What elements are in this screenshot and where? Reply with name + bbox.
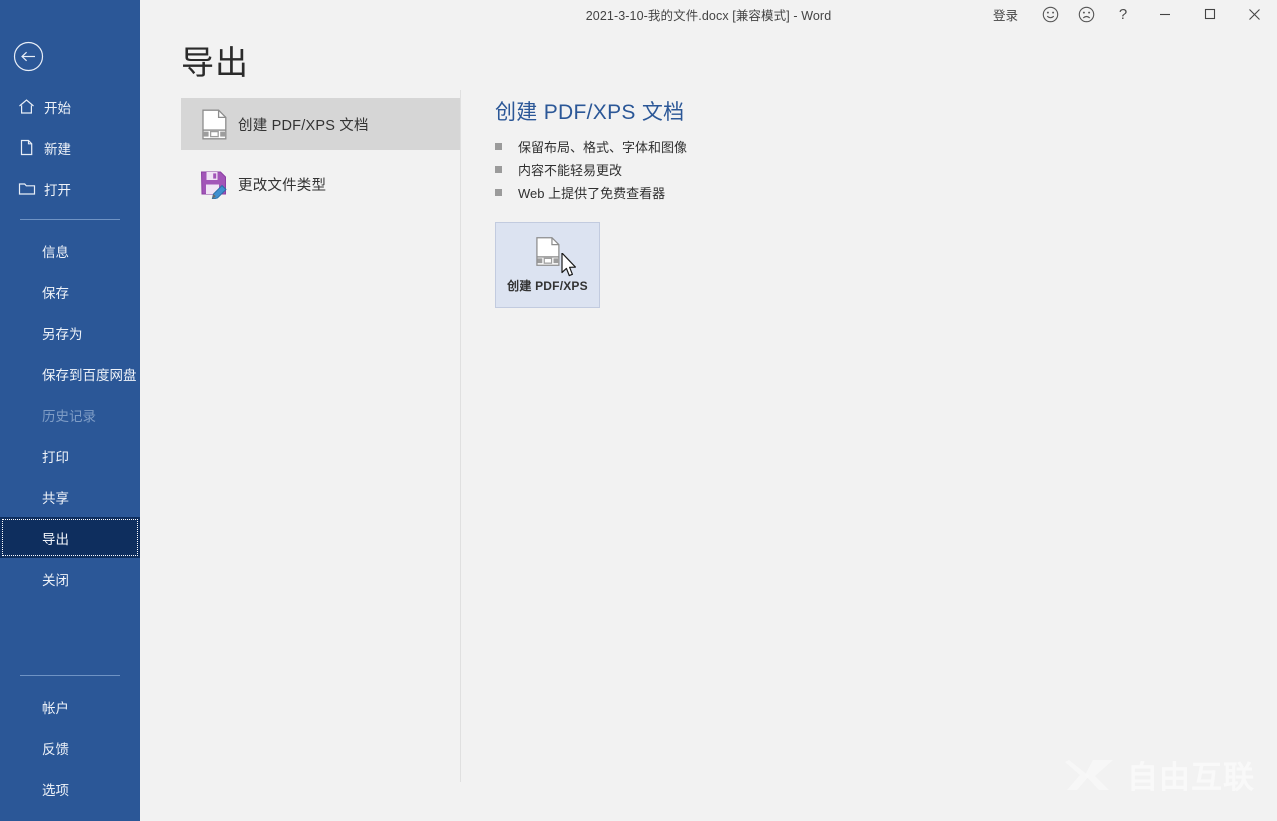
sidebar-item-history: 历史记录 [42, 408, 96, 424]
pdf-document-icon [535, 236, 561, 272]
home-icon [18, 98, 44, 115]
sidebar-item-info[interactable]: 信息 [0, 230, 140, 271]
bullet-square-icon [495, 189, 502, 196]
sidebar-item-close[interactable]: 关闭 [0, 558, 140, 599]
smiley-face-icon[interactable] [1032, 0, 1068, 28]
rail-top-group: 开始 新建 打开 信息 保存 另存为 保存到百度网盘 历史记录 打印 共享 导出… [0, 86, 140, 599]
sidebar-item-label: 开始 [44, 100, 71, 116]
list-gap [181, 150, 460, 158]
sidebar-item-home[interactable]: 开始 [0, 86, 140, 127]
help-icon[interactable]: ? [1104, 0, 1142, 28]
sidebar-item-save[interactable]: 保存 [0, 271, 140, 312]
sidebar-item-export[interactable]: 导出 [0, 517, 140, 558]
sidebar-item-label: 新建 [44, 141, 71, 157]
sidebar-item-new[interactable]: 新建 [0, 127, 140, 168]
back-arrow-icon[interactable] [13, 41, 44, 72]
sign-in-button[interactable]: 登录 [985, 0, 1026, 28]
bullet-text: 保留布局、格式、字体和图像 [518, 140, 688, 155]
sidebar-item-save-as[interactable]: 另存为 [0, 312, 140, 353]
create-pdf-xps-label: 创建 PDF/XPS [507, 279, 588, 293]
maximize-button[interactable] [1187, 0, 1232, 28]
bullet-text: Web 上提供了免费查看器 [518, 186, 666, 201]
rail-command-list: 信息 保存 另存为 保存到百度网盘 历史记录 打印 共享 导出 关闭 [0, 230, 140, 599]
export-options-list: 创建 PDF/XPS 文档 更改文件类型 [181, 98, 460, 210]
sidebar-item-options[interactable]: 选项 [0, 768, 140, 809]
title-bar-controls: 登录 ? [985, 0, 1277, 28]
sidebar-item-feedback[interactable]: 反馈 [0, 727, 140, 768]
export-detail-pane: 创建 PDF/XPS 文档 保留布局、格式、字体和图像 内容不能轻易更改 Web… [495, 96, 687, 204]
word-backstage-export-screen: 2021-3-10-我的文件.docx [兼容模式] - Word 登录 ? 开… [0, 0, 1277, 821]
sidebar-item-open[interactable]: 打开 [0, 168, 140, 209]
export-option-create-pdf-xps[interactable]: 创建 PDF/XPS 文档 [181, 98, 460, 150]
x-logo-icon [1065, 756, 1117, 799]
watermark: 自由互联 [1065, 756, 1255, 799]
rail-divider-bottom [20, 675, 120, 676]
list-item: 内容不能轻易更改 [495, 158, 687, 181]
save-pencil-icon [190, 170, 238, 199]
list-item: 保留布局、格式、字体和图像 [495, 135, 687, 158]
sidebar-item-share[interactable]: 共享 [0, 476, 140, 517]
detail-bullet-list: 保留布局、格式、字体和图像 内容不能轻易更改 Web 上提供了免费查看器 [495, 135, 687, 204]
vertical-divider [460, 90, 461, 782]
backstage-navigation-rail: 开始 新建 打开 信息 保存 另存为 保存到百度网盘 历史记录 打印 共享 导出… [0, 0, 140, 821]
export-option-label: 创建 PDF/XPS 文档 [238, 117, 369, 134]
rail-bottom-group: 帐户 反馈 选项 [0, 665, 140, 809]
sidebar-item-save-to-baidu-netdisk[interactable]: 保存到百度网盘 [0, 353, 140, 394]
bullet-square-icon [495, 143, 502, 150]
close-button[interactable] [1232, 0, 1277, 28]
sidebar-item-print[interactable]: 打印 [0, 435, 140, 476]
title-bar: 2021-3-10-我的文件.docx [兼容模式] - Word 登录 ? [140, 0, 1277, 28]
bullet-text: 内容不能轻易更改 [518, 163, 623, 178]
bullet-square-icon [495, 166, 502, 173]
minimize-button[interactable] [1142, 0, 1187, 28]
watermark-text: 自由互联 [1127, 760, 1255, 795]
sidebar-item-account[interactable]: 帐户 [0, 686, 140, 727]
list-item: Web 上提供了免费查看器 [495, 181, 687, 204]
page-title: 导出 [181, 44, 249, 81]
frowny-face-icon[interactable] [1068, 0, 1104, 28]
rail-divider-top [20, 219, 120, 220]
pdf-document-icon [190, 109, 238, 140]
new-document-icon [18, 139, 44, 156]
export-option-change-file-type[interactable]: 更改文件类型 [181, 158, 460, 210]
detail-title: 创建 PDF/XPS 文档 [495, 101, 685, 124]
sidebar-item-label: 打开 [44, 182, 71, 198]
export-option-label: 更改文件类型 [238, 177, 327, 194]
create-pdf-xps-button[interactable]: 创建 PDF/XPS [495, 222, 600, 308]
open-folder-icon [18, 180, 44, 197]
